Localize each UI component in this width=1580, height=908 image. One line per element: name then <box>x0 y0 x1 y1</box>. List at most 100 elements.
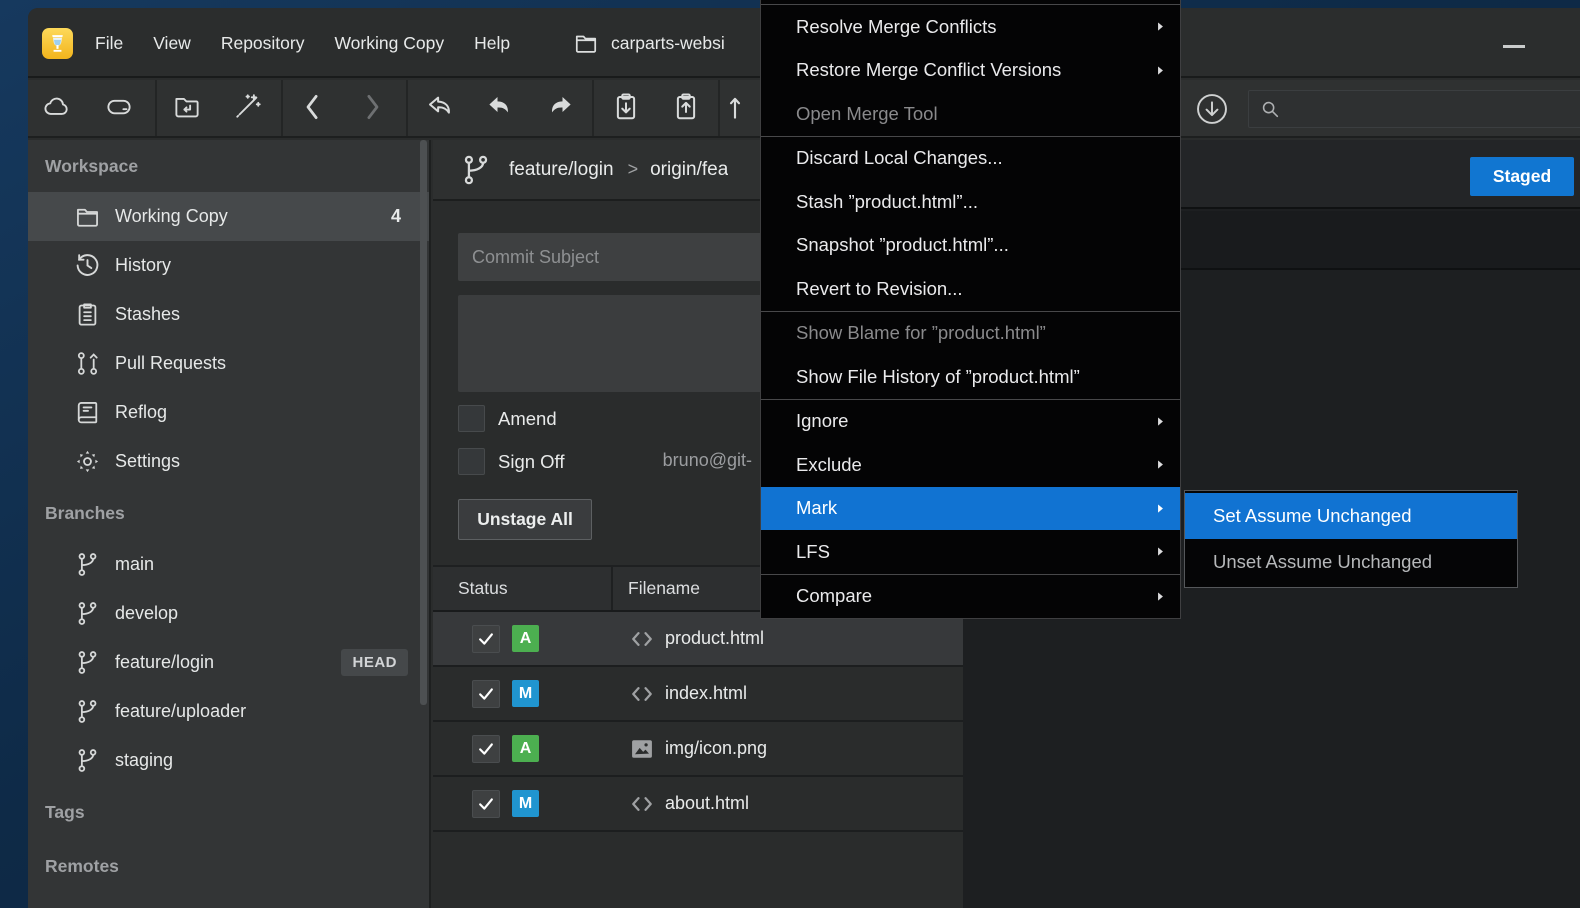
branch-out-button[interactable] <box>418 87 462 131</box>
file-row-product-html[interactable]: Aproduct.html <box>433 612 963 667</box>
file-row-about-html[interactable]: Mabout.html <box>433 777 963 832</box>
back-button[interactable] <box>291 87 335 131</box>
submenu-arrow-icon <box>1154 545 1167 558</box>
context-menu-item-resolve-merge-conflicts[interactable]: Resolve Merge Conflicts <box>761 5 1180 49</box>
sidebar-item-staging[interactable]: staging <box>28 736 429 785</box>
context-menu-item-compare[interactable]: Compare <box>761 575 1180 619</box>
sidebar-item-stashes[interactable]: Stashes <box>28 290 429 339</box>
sidebar-item-develop[interactable]: develop <box>28 589 429 638</box>
context-menu-item-stash-product-html[interactable]: Stash ”product.html”... <box>761 180 1180 224</box>
menu-working-copy[interactable]: Working Copy <box>319 33 459 54</box>
breadcrumb-current-branch[interactable]: feature/login <box>509 159 614 181</box>
amend-checkbox[interactable] <box>458 405 485 432</box>
context-menu-item-mark[interactable]: Mark <box>761 487 1180 531</box>
sidebar-item-feature-uploader[interactable]: feature/uploader <box>28 687 429 736</box>
image-icon <box>628 735 656 763</box>
search-input[interactable] <box>1281 100 1580 118</box>
menu-help[interactable]: Help <box>459 33 525 54</box>
staged-toggle-button[interactable]: Staged <box>1470 157 1574 196</box>
forward-button[interactable] <box>350 87 394 131</box>
folder-icon <box>573 30 599 56</box>
submenu-item-set-assume-unchanged[interactable]: Set Assume Unchanged <box>1185 493 1517 539</box>
settings-icon <box>72 448 102 475</box>
submenu-arrow-icon <box>1154 20 1167 33</box>
menu-view[interactable]: View <box>138 33 206 54</box>
sidebar-item-origin[interactable]: origin <box>28 893 429 908</box>
minimize-button[interactable] <box>1503 38 1529 54</box>
drive-button[interactable] <box>97 87 141 131</box>
menu-repository[interactable]: Repository <box>206 33 320 54</box>
file-checkbox[interactable] <box>472 790 500 818</box>
push-clipboard-button[interactable] <box>664 87 708 131</box>
code-icon <box>628 680 656 708</box>
signoff-label: Sign Off <box>498 451 565 473</box>
context-menu-item-show-file-history-of-product-html[interactable]: Show File History of ”product.html” <box>761 355 1180 399</box>
code-icon <box>628 790 656 818</box>
sidebar-item-feature-login[interactable]: feature/loginHEAD <box>28 638 429 687</box>
column-header-filename[interactable]: Filename <box>628 578 700 599</box>
branch-icon <box>72 698 102 725</box>
cloud-button[interactable] <box>35 87 79 131</box>
undo-button[interactable] <box>478 87 522 131</box>
reflog-icon <box>72 399 102 426</box>
submenu-arrow-icon <box>1154 502 1167 515</box>
context-menu-item-lfs[interactable]: LFS <box>761 530 1180 574</box>
sidebar-item-main[interactable]: main <box>28 540 429 589</box>
status-badge-m: M <box>512 680 539 707</box>
add-repo-button[interactable] <box>165 87 209 131</box>
branch-out-icon <box>425 92 455 127</box>
unstage-all-button[interactable]: Unstage All <box>458 499 592 540</box>
context-menu-item-snapshot-product-html[interactable]: Snapshot ”product.html”... <box>761 224 1180 268</box>
menu-item-label: Open Merge Tool <box>796 103 938 125</box>
context-menu-item-ignore[interactable]: Ignore <box>761 400 1180 444</box>
sidebar-item-label: feature/uploader <box>115 701 246 722</box>
menu-file[interactable]: File <box>80 33 138 54</box>
pull-clipboard-button[interactable] <box>604 87 648 131</box>
file-checkbox[interactable] <box>472 625 500 653</box>
breadcrumb-upstream-branch[interactable]: origin/fea <box>650 159 728 181</box>
file-checkbox[interactable] <box>472 735 500 763</box>
code-icon <box>628 625 656 653</box>
file-row-index-html[interactable]: Mindex.html <box>433 667 963 722</box>
download-button[interactable] <box>1190 87 1234 131</box>
column-header-status[interactable]: Status <box>458 578 508 599</box>
sidebar-item-label: develop <box>115 603 178 624</box>
sidebar-item-working-copy[interactable]: Working Copy4 <box>28 192 429 241</box>
signoff-checkbox[interactable] <box>458 448 485 475</box>
sidebar-item-reflog[interactable]: Reflog <box>28 388 429 437</box>
sidebar-item-label: Working Copy <box>115 206 228 227</box>
amend-label: Amend <box>498 408 557 430</box>
context-menu-item-restore-merge-conflict-versions[interactable]: Restore Merge Conflict Versions <box>761 49 1180 93</box>
submenu-item-unset-assume-unchanged[interactable]: Unset Assume Unchanged <box>1185 539 1517 585</box>
menu-item-label: LFS <box>796 541 830 563</box>
menu-item-label: Stash ”product.html”... <box>796 191 978 213</box>
sourcetree-logo-icon <box>42 28 73 59</box>
sidebar-scrollbar[interactable] <box>420 140 427 705</box>
context-menu-item-show-blame-for-product-html: Show Blame for ”product.html” <box>761 312 1180 356</box>
pull-request-icon <box>72 350 102 377</box>
menubar: FileViewRepositoryWorking CopyHelp <box>80 8 525 78</box>
context-menu-item-open-merge-tool: Open Merge Tool <box>761 92 1180 136</box>
sidebar-item-pull-requests[interactable]: Pull Requests <box>28 339 429 388</box>
sidebar-item-history[interactable]: History <box>28 241 429 290</box>
status-badge-a: A <box>512 735 539 762</box>
context-menu-item-revert-to-revision[interactable]: Revert to Revision... <box>761 267 1180 311</box>
search-box[interactable] <box>1248 90 1580 128</box>
redo-button[interactable] <box>538 87 582 131</box>
file-checkbox[interactable] <box>472 680 500 708</box>
menu-item-label: Compare <box>796 585 872 607</box>
file-row-img-icon-png[interactable]: Aimg/icon.png <box>433 722 963 777</box>
forward-icon <box>357 92 387 127</box>
sidebar-item-settings[interactable]: Settings <box>28 437 429 486</box>
repo-tab[interactable]: carparts-websi <box>573 8 760 78</box>
column-divider[interactable] <box>611 567 613 610</box>
menu-item-label: Discard Local Changes... <box>796 147 1003 169</box>
context-menu-item-exclude[interactable]: Exclude <box>761 443 1180 487</box>
drive-icon <box>104 92 134 127</box>
menu-item-label: Restore Merge Conflict Versions <box>796 59 1061 81</box>
redo-icon <box>545 92 575 127</box>
magic-wand-button[interactable] <box>225 87 269 131</box>
search-icon <box>1259 98 1281 120</box>
context-menu-item-discard-local-changes[interactable]: Discard Local Changes... <box>761 137 1180 181</box>
submenu-arrow-icon <box>1154 458 1167 471</box>
